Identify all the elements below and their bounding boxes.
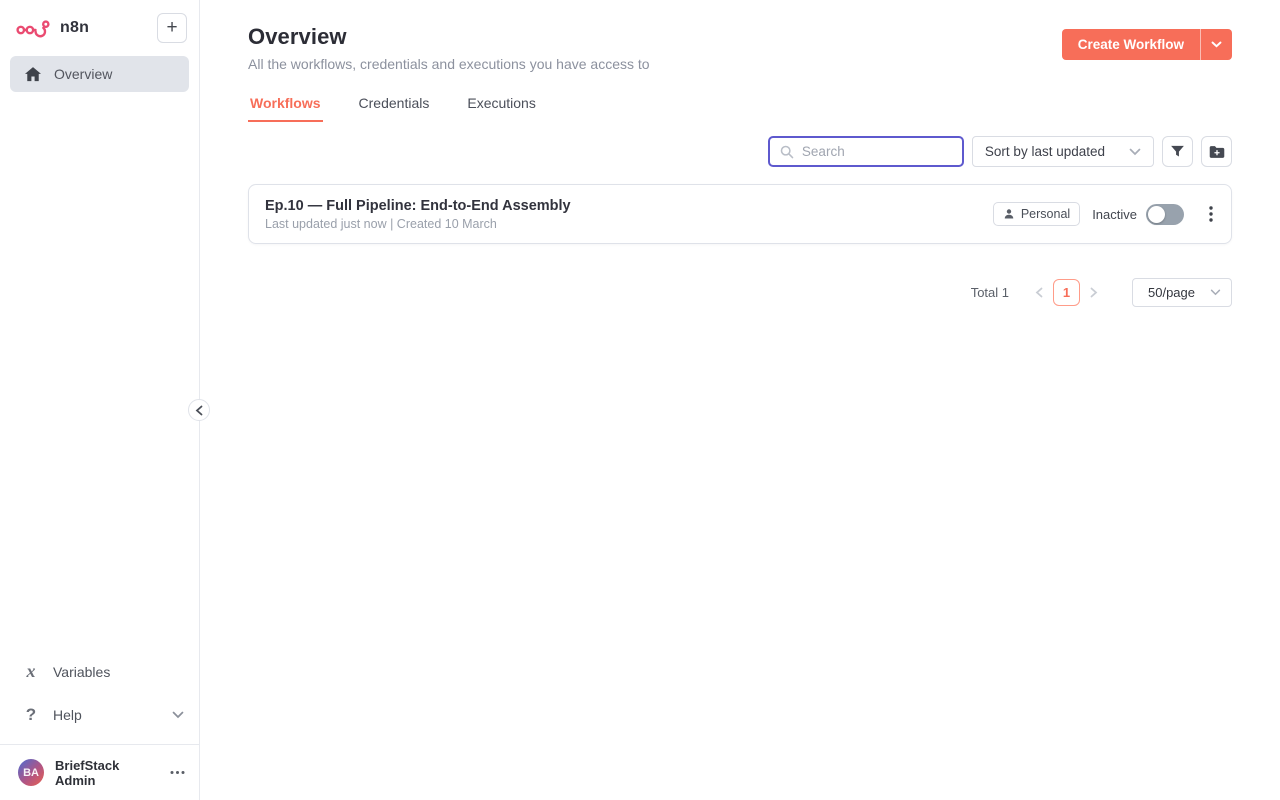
chevron-down-icon xyxy=(1129,148,1141,155)
search-icon xyxy=(780,145,794,158)
owner-badge: Personal xyxy=(992,202,1081,226)
chevron-right-icon xyxy=(1090,287,1098,298)
prev-page-button[interactable] xyxy=(1027,279,1051,306)
sidebar: n8n + Overview x Variables ? Help BA Bri… xyxy=(0,0,200,800)
logo-row: n8n + xyxy=(0,0,199,54)
create-workflow-split-button: Create Workflow xyxy=(1061,29,1232,60)
workflow-card-info: Ep.10 — Full Pipeline: End-to-End Assemb… xyxy=(265,198,571,231)
person-icon xyxy=(1004,209,1014,219)
workflow-title: Ep.10 — Full Pipeline: End-to-End Assemb… xyxy=(265,197,571,214)
page-number-button[interactable]: 1 xyxy=(1053,279,1080,306)
new-folder-button[interactable] xyxy=(1201,136,1232,167)
workflow-card[interactable]: Ep.10 — Full Pipeline: End-to-End Assemb… xyxy=(248,184,1232,244)
next-page-button[interactable] xyxy=(1082,279,1106,306)
chevron-left-icon xyxy=(1035,287,1043,298)
user-name: BriefStack Admin xyxy=(55,757,120,788)
page-title-block: Overview All the workflows, credentials … xyxy=(248,24,650,72)
chevron-down-icon xyxy=(172,711,184,719)
page-size-label: 50/page xyxy=(1148,285,1195,300)
page-subtitle: All the workflows, credentials and execu… xyxy=(248,56,650,72)
toggle-knob xyxy=(1148,205,1165,223)
help-label: Help xyxy=(53,706,82,723)
question-mark-icon: ? xyxy=(25,704,37,724)
sort-select[interactable]: Sort by last updated xyxy=(971,136,1154,167)
sidebar-top: n8n + Overview xyxy=(0,0,199,94)
ellipsis-icon[interactable] xyxy=(170,770,185,775)
sidebar-item-variables[interactable]: x Variables xyxy=(0,650,199,693)
owner-badge-label: Personal xyxy=(1020,207,1071,221)
pagination: Total 1 1 50/page xyxy=(248,278,1232,307)
plus-icon: + xyxy=(166,16,178,38)
sidebar-item-label: Overview xyxy=(54,66,113,82)
page-header: Overview All the workflows, credentials … xyxy=(248,0,1232,72)
sidebar-collapse-button[interactable] xyxy=(188,399,210,421)
user-menu[interactable]: BA BriefStack Admin xyxy=(0,744,199,800)
workflow-meta: Last updated just now | Created 10 March xyxy=(265,216,497,231)
tabs: Workflows Credentials Executions xyxy=(248,95,1232,122)
add-workflow-button[interactable]: + xyxy=(157,13,187,43)
chevron-left-icon xyxy=(195,405,203,415)
page-size-select[interactable]: 50/page xyxy=(1132,278,1232,307)
tab-workflows[interactable]: Workflows xyxy=(248,95,323,122)
list-controls: Sort by last updated xyxy=(248,136,1232,167)
workflow-card-controls: Personal Inactive xyxy=(992,202,1215,226)
chevron-down-icon xyxy=(1210,289,1221,296)
workflow-active-toggle[interactable] xyxy=(1146,203,1184,225)
avatar: BA xyxy=(18,759,45,786)
variables-icon: x xyxy=(26,661,36,681)
chevron-down-icon xyxy=(1211,41,1222,48)
brand-name: n8n xyxy=(60,19,90,36)
sidebar-item-help[interactable]: ? Help xyxy=(0,693,199,736)
app-window: n8n + Overview x Variables ? Help BA Bri… xyxy=(0,0,1280,800)
tab-credentials[interactable]: Credentials xyxy=(357,95,432,122)
variables-label: Variables xyxy=(53,663,111,680)
sort-label: Sort by last updated xyxy=(984,144,1105,159)
home-icon xyxy=(25,66,41,81)
kebab-menu-icon[interactable] xyxy=(1207,204,1215,224)
search-box xyxy=(767,136,964,167)
tab-executions[interactable]: Executions xyxy=(465,95,537,122)
create-workflow-dropdown-button[interactable] xyxy=(1200,29,1232,60)
filter-funnel-icon xyxy=(1171,145,1184,157)
page-title: Overview xyxy=(248,24,347,49)
search-input[interactable] xyxy=(801,144,952,159)
sidebar-footer: x Variables ? Help BA BriefStack Admin xyxy=(0,650,199,800)
sidebar-item-overview[interactable]: Overview xyxy=(10,56,189,92)
filter-button[interactable] xyxy=(1162,136,1193,167)
create-workflow-button[interactable]: Create Workflow xyxy=(1061,29,1200,60)
pagination-total: Total 1 xyxy=(970,285,1009,300)
workflow-status-label: Inactive xyxy=(1092,206,1137,222)
n8n-logo-icon xyxy=(16,20,50,38)
main-content: Overview All the workflows, credentials … xyxy=(200,0,1280,800)
folder-plus-icon xyxy=(1209,145,1224,158)
